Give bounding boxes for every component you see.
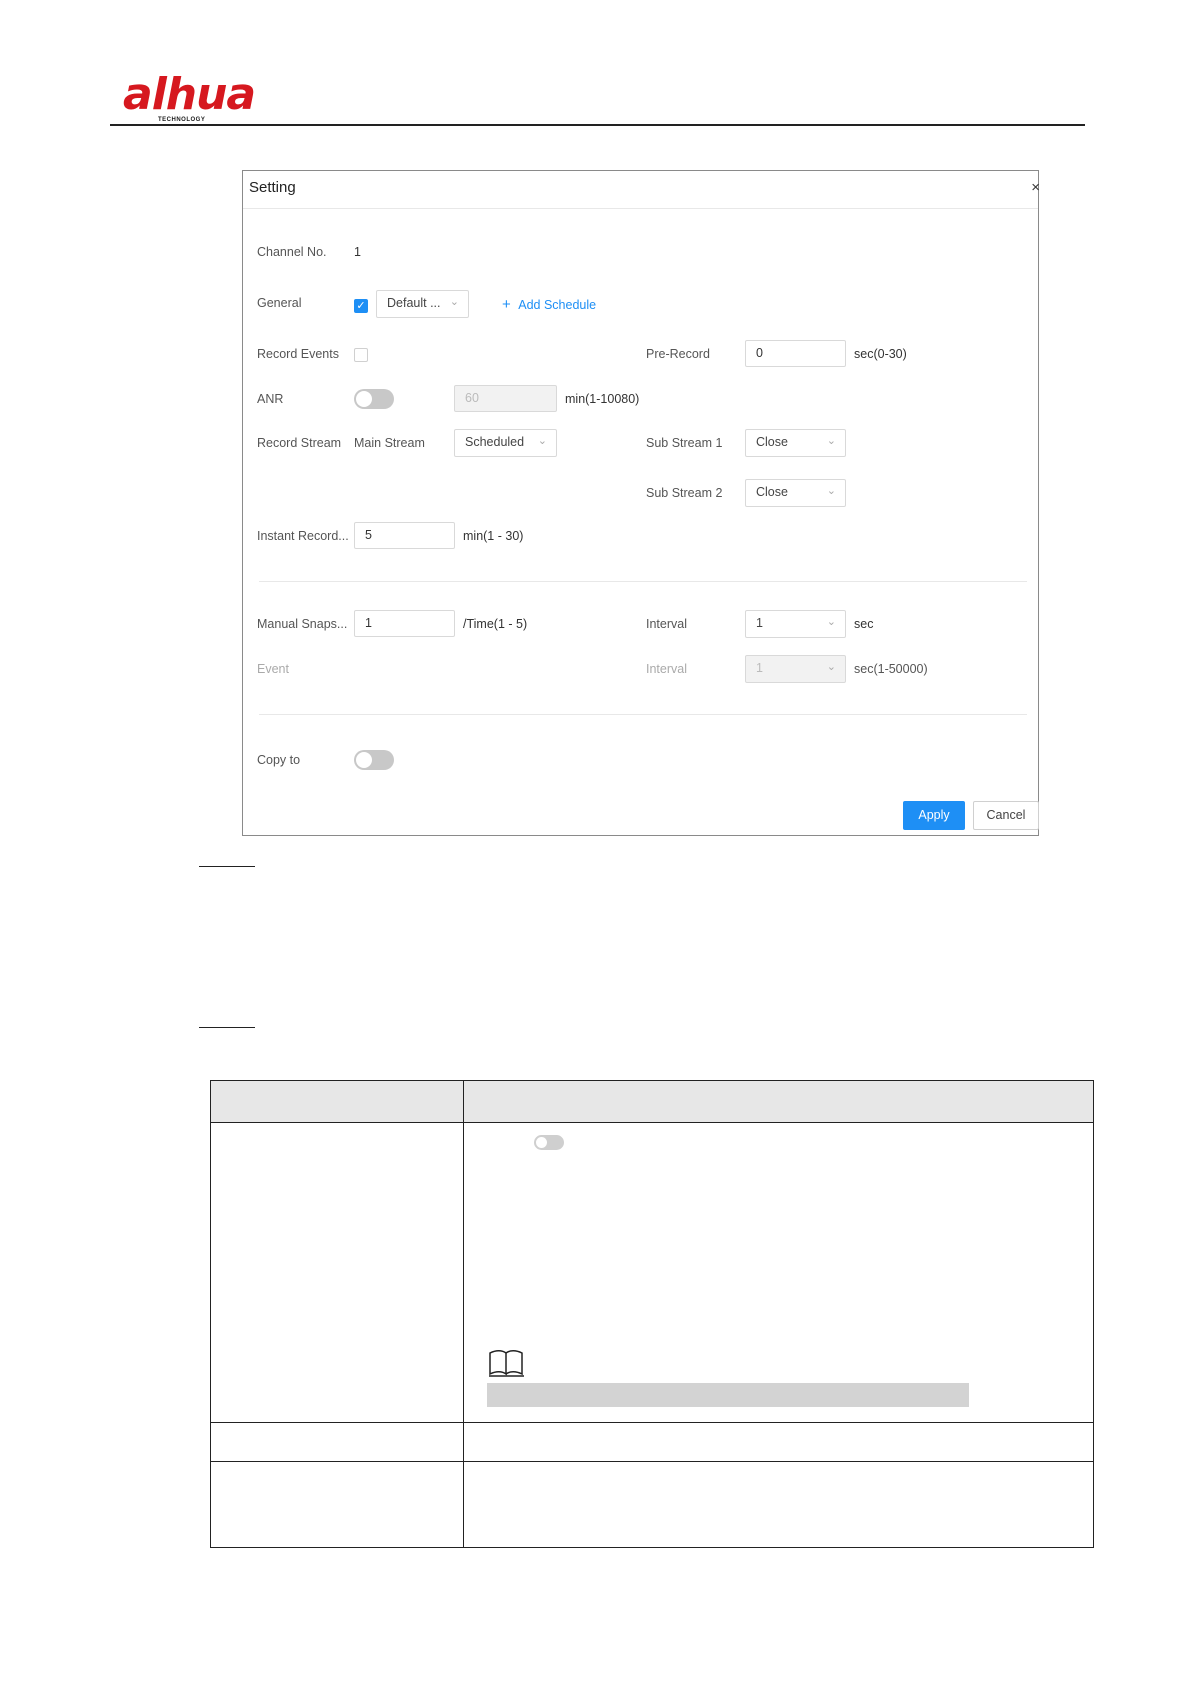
sub-stream-2-select[interactable]: Close ⌄ (745, 479, 846, 507)
manual-interval-unit: sec (854, 617, 874, 631)
general-label: General (257, 296, 302, 310)
instant-record-input[interactable]: 5 (354, 522, 455, 549)
dahua-logo: alhua TECHNOLOGY (123, 70, 263, 130)
plus-icon: + (502, 296, 511, 313)
channel-no-value: 1 (354, 245, 361, 259)
table-row-divider (211, 1461, 1093, 1462)
anr-unit: min(1-10080) (565, 392, 640, 406)
note-highlight-bar (487, 1383, 969, 1407)
manual-snapshot-label: Manual Snaps... (257, 617, 348, 631)
step-underline (199, 1027, 255, 1028)
channel-no-label: Channel No. (257, 245, 327, 259)
sub-stream-1-label: Sub Stream 1 (646, 436, 723, 450)
header-rule (110, 124, 1085, 126)
setting-dialog: Setting × Channel No. 1 General ✓ Defaul… (242, 170, 1040, 836)
toggle-knob (536, 1137, 547, 1148)
schedule-select-value: Default ... (387, 296, 441, 310)
general-checkbox[interactable]: ✓ (354, 299, 368, 313)
record-stream-label: Record Stream (257, 436, 342, 450)
parameter-table (210, 1080, 1094, 1548)
manual-snapshot-input[interactable]: 1 (354, 610, 455, 637)
pre-record-input[interactable]: 0 (745, 340, 846, 367)
dialog-title: Setting (249, 179, 296, 196)
section-divider (259, 714, 1027, 715)
title-divider (243, 208, 1038, 209)
copy-to-label: Copy to (257, 753, 301, 767)
pre-record-label: Pre-Record (646, 347, 710, 361)
manual-interval-label: Interval (646, 617, 687, 631)
toggle-knob (356, 391, 372, 407)
main-stream-select-value: Scheduled (465, 435, 525, 449)
sub-stream-2-label: Sub Stream 2 (646, 486, 723, 500)
event-interval-label: Interval (646, 662, 687, 676)
chevron-down-icon: ⌄ (826, 485, 836, 497)
toggle-switch-icon (534, 1135, 564, 1150)
sub-stream-1-select[interactable]: Close ⌄ (745, 429, 846, 457)
anr-input[interactable]: 60 (454, 385, 557, 412)
add-schedule-label: Add Schedule (518, 298, 597, 312)
event-label: Event (257, 662, 289, 676)
main-stream-label: Main Stream (354, 436, 425, 450)
event-interval-select-value: 1 (756, 661, 763, 675)
instant-record-unit: min(1 - 30) (463, 529, 524, 543)
chevron-down-icon: ⌄ (826, 661, 836, 673)
event-interval-unit: sec(1-50000) (854, 662, 928, 676)
record-events-label: Record Events (257, 347, 339, 361)
add-schedule-link[interactable]: + Add Schedule (502, 296, 596, 313)
sub-stream-1-select-value: Close (756, 435, 788, 449)
apply-button[interactable]: Apply (903, 801, 965, 830)
table-row-divider (211, 1422, 1093, 1423)
manual-interval-select-value: 1 (756, 616, 763, 630)
table-header (211, 1081, 1093, 1123)
chevron-down-icon: ⌄ (826, 435, 836, 447)
main-stream-select[interactable]: Scheduled ⌄ (454, 429, 557, 457)
sub-stream-2-select-value: Close (756, 485, 788, 499)
step-underline (199, 866, 255, 867)
close-icon[interactable]: × (1031, 179, 1040, 196)
pre-record-unit: sec(0-30) (854, 347, 907, 361)
toggle-knob (356, 752, 372, 768)
chevron-down-icon: ⌄ (537, 435, 547, 447)
record-events-checkbox[interactable] (354, 348, 368, 362)
section-divider (259, 581, 1027, 582)
event-interval-select[interactable]: 1 ⌄ (745, 655, 846, 683)
logo-subtext: TECHNOLOGY (158, 117, 206, 123)
schedule-select[interactable]: Default ... ⌄ (376, 290, 469, 318)
copy-to-toggle[interactable] (354, 750, 394, 770)
anr-toggle[interactable] (354, 389, 394, 409)
anr-label: ANR (257, 392, 284, 406)
chevron-down-icon: ⌄ (449, 296, 459, 308)
manual-interval-select[interactable]: 1 ⌄ (745, 610, 846, 638)
instant-record-label: Instant Record... (257, 529, 349, 543)
logo-wordmark: alhua (123, 69, 256, 120)
table-column-divider (463, 1081, 464, 1547)
manual-snapshot-unit: /Time(1 - 5) (463, 617, 528, 631)
chevron-down-icon: ⌄ (826, 616, 836, 628)
book-icon (489, 1350, 524, 1377)
cancel-button[interactable]: Cancel (973, 801, 1039, 830)
